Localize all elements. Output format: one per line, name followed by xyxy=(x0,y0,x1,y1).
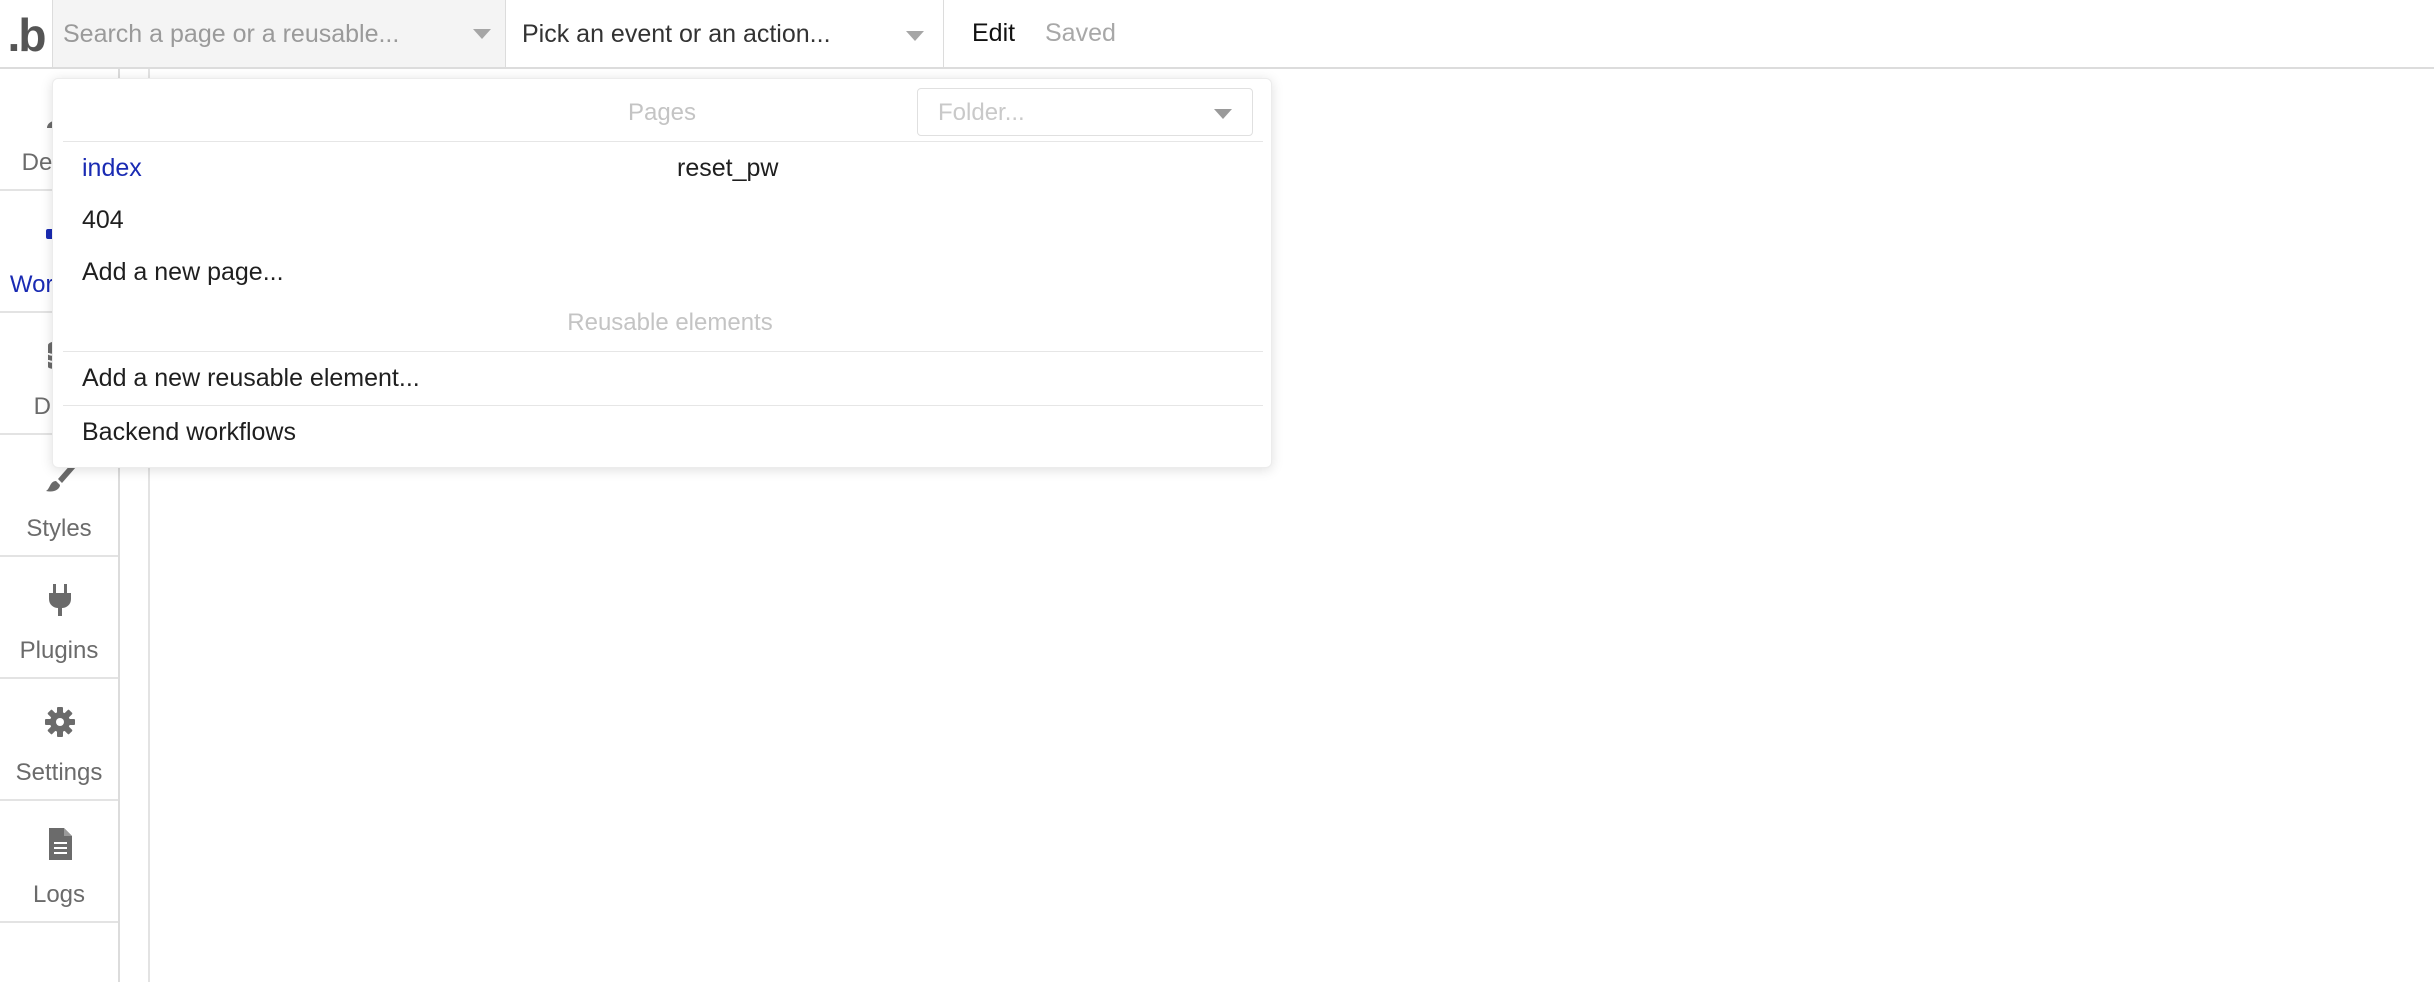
reusable-section-title: Reusable elements xyxy=(567,309,773,336)
bubble-logo[interactable]: .b xyxy=(0,0,52,69)
chevron-down-icon[interactable] xyxy=(1214,109,1232,119)
page-search-box[interactable] xyxy=(52,0,506,67)
save-status-label: Saved xyxy=(1045,19,1116,47)
plug-icon xyxy=(49,584,71,616)
sidebar-item-label: Logs xyxy=(32,881,86,908)
edit-mode-label[interactable]: Edit xyxy=(972,19,1015,48)
chevron-down-icon[interactable] xyxy=(906,31,924,41)
sidebar-item-label: Settings xyxy=(15,759,103,786)
sidebar-item-settings[interactable]: Settings xyxy=(0,679,118,801)
page-switcher-dropdown: Pages Folder... index reset_pw 404 Add a… xyxy=(52,78,1272,468)
event-action-picker[interactable]: Pick an event or an action... xyxy=(506,0,944,67)
page-item-404[interactable]: 404 xyxy=(82,206,124,235)
page-item-index[interactable]: index xyxy=(82,154,142,183)
backend-workflows-item[interactable]: Backend workflows xyxy=(82,418,296,447)
divider xyxy=(63,141,1263,142)
divider xyxy=(63,405,1263,406)
page-item-reset-pw[interactable]: reset_pw xyxy=(677,154,778,183)
top-bar: .b Pick an event or an action... Edit Sa… xyxy=(0,0,2434,69)
sidebar-item-label: Styles xyxy=(26,515,92,542)
document-icon xyxy=(49,828,72,860)
divider xyxy=(63,351,1263,352)
add-page-button[interactable]: Add a new page... xyxy=(82,258,284,287)
event-picker-label: Pick an event or an action... xyxy=(522,20,831,48)
gear-icon xyxy=(45,707,75,737)
chevron-down-icon[interactable] xyxy=(473,29,491,39)
add-reusable-element-button[interactable]: Add a new reusable element... xyxy=(82,364,420,393)
page-search-input[interactable] xyxy=(63,14,453,54)
sidebar-item-label: Plugins xyxy=(19,637,99,664)
sidebar-item-logs[interactable]: Logs xyxy=(0,801,118,923)
folder-select[interactable]: Folder... xyxy=(917,88,1253,136)
sidebar-item-plugins[interactable]: Plugins xyxy=(0,557,118,679)
folder-select-placeholder: Folder... xyxy=(938,99,1025,126)
